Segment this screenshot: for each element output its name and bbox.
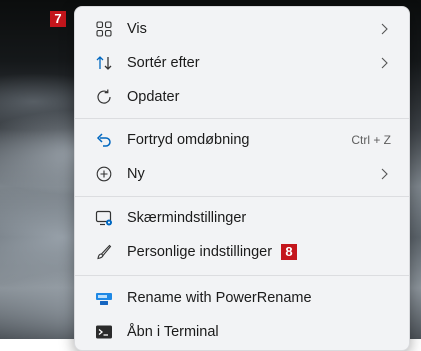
menu-item-refresh[interactable]: Opdater — [81, 81, 403, 113]
sort-icon — [96, 56, 112, 70]
menu-item-display-settings[interactable]: Skærmindstillinger — [81, 202, 403, 234]
menu-item-label: Personlige indstillinger — [127, 244, 273, 260]
menu-item-label: Åbn i Terminal — [127, 324, 219, 340]
menu-item-sort-by[interactable]: Sortér efter — [81, 47, 403, 79]
undo-icon — [96, 133, 111, 147]
display-settings-icon — [95, 210, 112, 226]
menu-item-label: Rename with PowerRename — [127, 290, 312, 306]
grid-icon — [96, 21, 112, 37]
refresh-icon — [97, 89, 111, 104]
menu-separator — [75, 118, 409, 119]
menu-item-label: Opdater — [127, 89, 180, 105]
terminal-icon — [96, 325, 112, 339]
chevron-right-icon — [381, 168, 388, 180]
menu-item-label: Skærmindstillinger — [127, 210, 247, 226]
chevron-right-icon — [381, 23, 388, 35]
add-circle-icon — [96, 166, 112, 182]
shortcut-text: Ctrl + Z — [351, 133, 391, 147]
menu-separator — [75, 275, 409, 276]
chevron-right-icon — [381, 57, 388, 69]
menu-item-label: Ny — [127, 166, 145, 182]
context-menu: Vis Sortér efter Opdater Fortryd omdøbni… — [74, 6, 410, 351]
menu-separator — [75, 196, 409, 197]
menu-item-undo-rename[interactable]: Fortryd omdøbning Ctrl + Z — [81, 124, 403, 156]
menu-item-view[interactable]: Vis — [81, 13, 403, 45]
menu-item-label: Sortér efter — [127, 55, 200, 71]
menu-item-label: Vis — [127, 21, 147, 37]
powerrename-icon — [96, 293, 112, 305]
brush-icon — [97, 244, 112, 260]
menu-item-open-terminal[interactable]: Åbn i Terminal — [81, 316, 403, 348]
step-badge-7: 7 — [50, 11, 66, 27]
menu-item-label: Fortryd omdøbning — [127, 132, 250, 148]
menu-item-new[interactable]: Ny — [81, 158, 403, 190]
menu-item-personalize[interactable]: Personlige indstillinger — [81, 236, 403, 268]
menu-item-powerrename[interactable]: Rename with PowerRename — [81, 282, 403, 314]
step-badge-8: 8 — [281, 244, 297, 260]
